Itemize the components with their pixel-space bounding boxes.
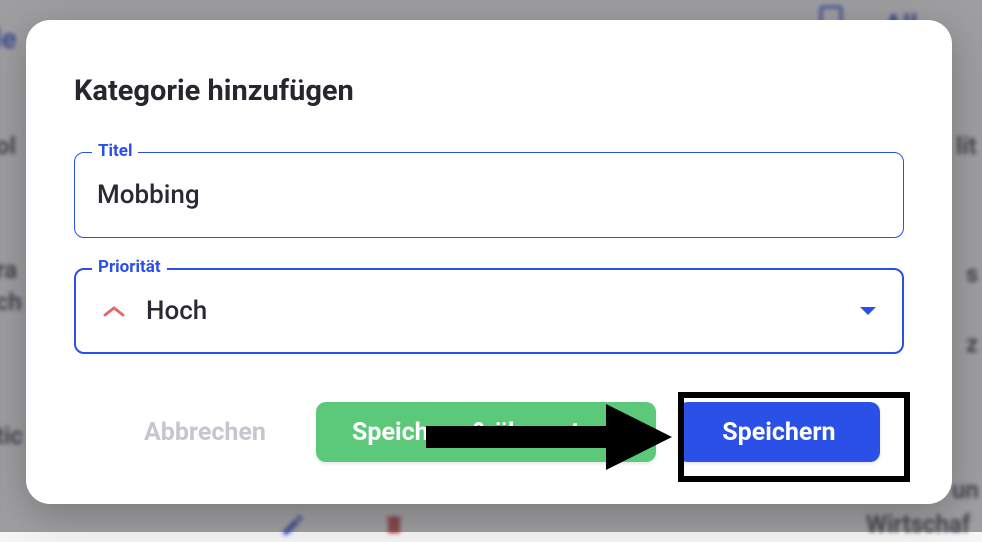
modal-title: Kategorie hinzufügen — [74, 74, 904, 108]
title-label: Titel — [92, 141, 138, 161]
chevron-down-icon — [858, 305, 878, 317]
cancel-button[interactable]: Abbrechen — [116, 402, 294, 462]
priority-field-wrap: Priorität Hoch — [74, 268, 904, 354]
save-button[interactable]: Speichern — [678, 402, 880, 462]
priority-label: Priorität — [92, 257, 167, 277]
title-field-wrap: Titel — [74, 152, 904, 238]
add-category-modal: Kategorie hinzufügen Titel Priorität Hoc… — [26, 20, 952, 504]
priority-select[interactable]: Hoch — [74, 268, 904, 354]
priority-high-icon — [100, 297, 128, 325]
title-input[interactable] — [74, 152, 904, 238]
modal-actions: Abbrechen Speichern & übersetzen Speiche… — [74, 402, 904, 462]
priority-selected-value: Hoch — [146, 296, 840, 326]
save-and-translate-button[interactable]: Speichern & übersetzen — [316, 402, 656, 462]
